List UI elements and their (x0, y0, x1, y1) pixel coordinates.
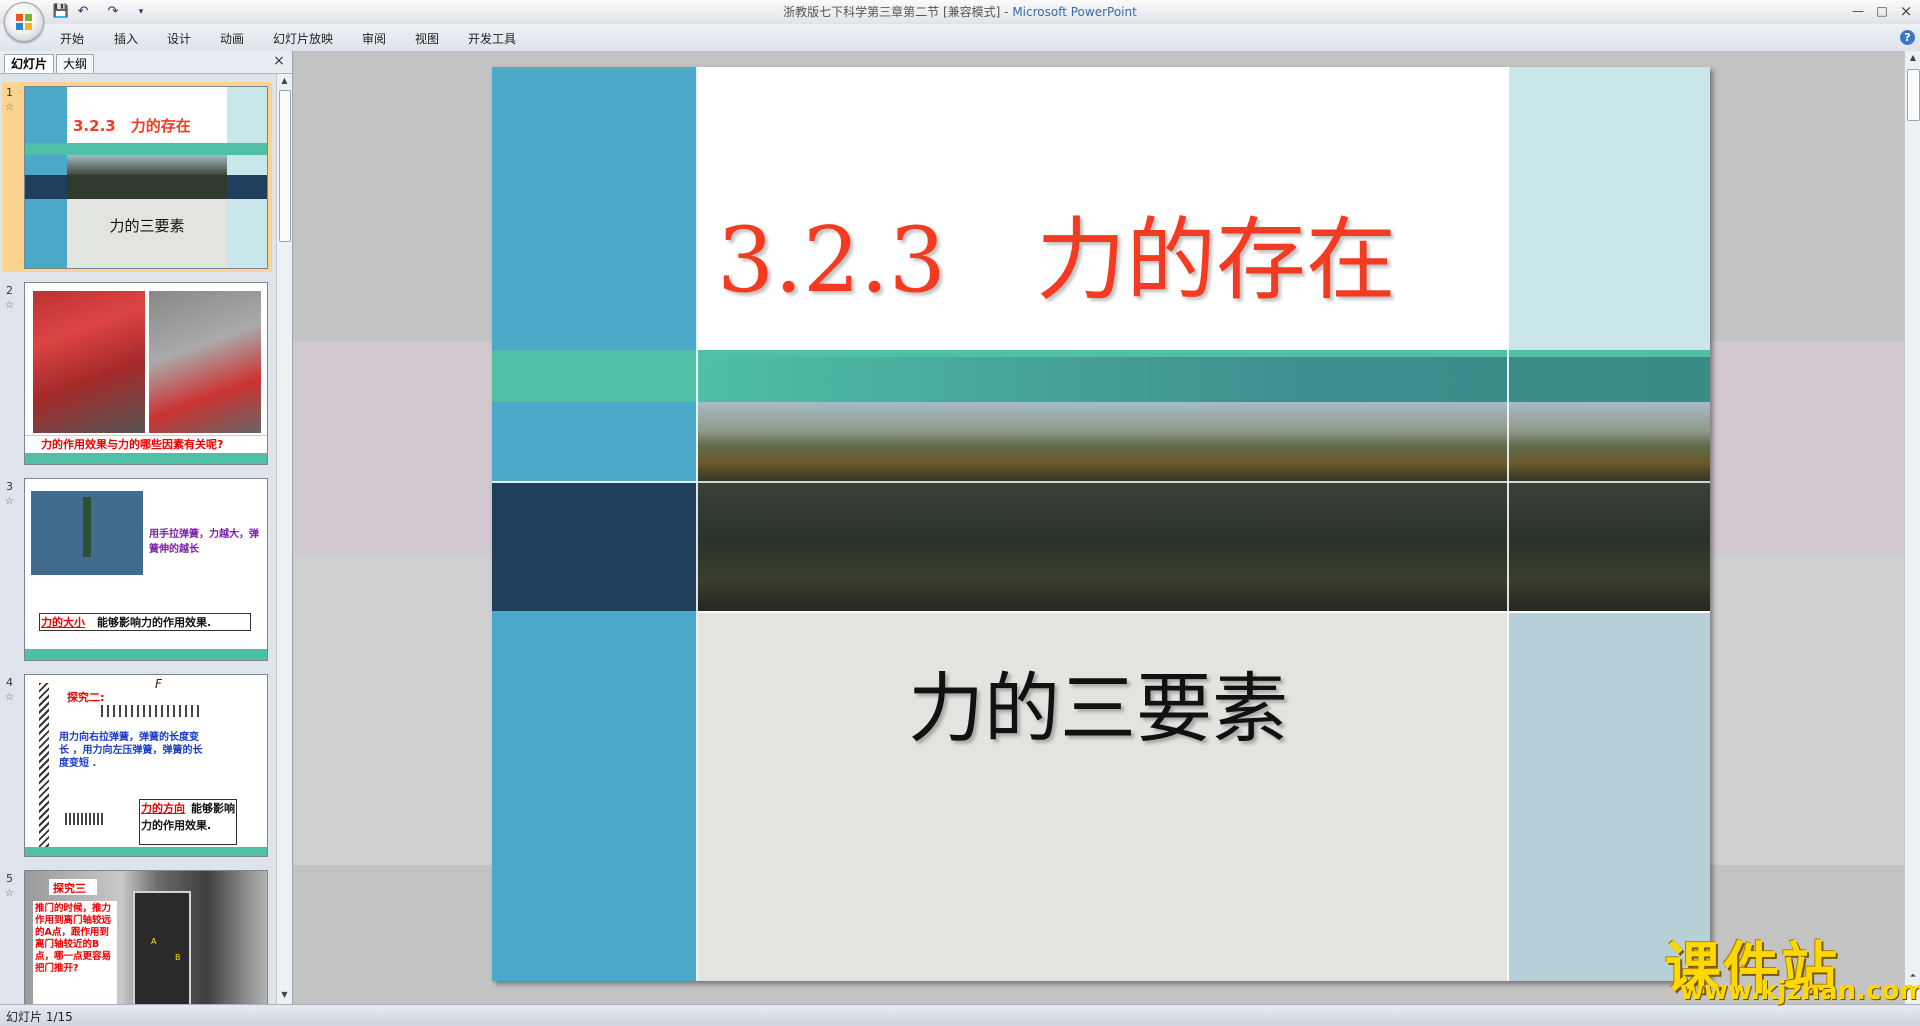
thumb-point-b: B (175, 953, 181, 962)
thumb-number: 4 (6, 676, 13, 689)
tab-outline[interactable]: 大纲 (56, 54, 95, 73)
ribbon-tabs: 开始 插入 设计 动画 幻灯片放映 审阅 视图 开发工具 ? (0, 24, 1920, 52)
thumb-highlight: 力的大小 (41, 616, 85, 629)
office-button[interactable] (4, 2, 44, 42)
transition-star-icon: ☆ (5, 888, 14, 899)
editor-scrollbar[interactable]: ▲ ⏶ ⏷ (1904, 51, 1920, 1004)
scroll-down-icon[interactable]: ▼ (277, 988, 292, 1002)
thumb-number: 1 (6, 86, 13, 99)
undo-icon[interactable]: ↶ (74, 3, 92, 21)
transition-star-icon: ☆ (5, 300, 14, 311)
scroll-up-icon[interactable]: ▲ (1905, 51, 1920, 65)
slide-subtitle[interactable]: 力的三要素 (698, 647, 1498, 757)
window-title: 浙教版七下科学第三章第二节 [兼容模式] - Microsoft PowerPo… (783, 5, 1137, 19)
thumbnail-scrollbar[interactable]: ▲ ▼ (276, 74, 292, 1004)
thumb-force-label: F (155, 677, 162, 691)
tab-home[interactable]: 开始 (60, 30, 84, 47)
pane-tab-strip: 幻灯片 大纲 × (0, 51, 292, 74)
thumb-note: 用手拉弹簧，力越大，弹簧伸的越长 (149, 529, 259, 555)
scroll-thumb[interactable] (279, 90, 291, 242)
status-bar: 幻灯片 1/15 (0, 1004, 1920, 1026)
slide-thumbnail-1[interactable]: 3.2.3 力的存在 力的三要素 (24, 86, 268, 269)
watermark-url: www.kjzhan.com (1680, 976, 1920, 1006)
thumb-text: 用力向右拉弹簧，弹簧的长度变 长 ，用力向左压弹簧，弹簧的长度变短 . (59, 732, 203, 769)
thumb-title: 3.2.3 力的存在 (73, 117, 191, 135)
tab-insert[interactable]: 插入 (114, 30, 138, 47)
slide-thumbnail-3[interactable]: 用手拉弹簧，力越大，弹簧伸的越长 力的大小 能够影响力的作用效果. (24, 478, 268, 661)
close-button[interactable]: × (1896, 2, 1916, 20)
thumb-caption: 能够影响 (191, 802, 235, 815)
office-logo-icon (16, 14, 32, 30)
tab-review[interactable]: 审阅 (362, 30, 386, 47)
thumb-caption-2: 力的作用效果. (141, 819, 212, 832)
slide-counter: 幻灯片 1/15 (6, 1010, 73, 1024)
thumb-caption: 力的作用效果与力的哪些因素有关呢? (41, 438, 224, 451)
title-bar: 浙教版七下科学第三章第二节 [兼容模式] - Microsoft PowerPo… (0, 0, 1920, 25)
thumb-subtitle: 力的三要素 (109, 217, 185, 235)
transition-star-icon: ☆ (5, 102, 14, 113)
thumb-point-a: A (151, 937, 157, 946)
thumbnail-list: 1 ☆ 3.2.3 力的存在 力的三要素 2 ☆ 力的作用效果与力的哪些因素有关… (0, 74, 276, 1004)
current-slide[interactable]: 3.2.3 力的存在 力的三要素 (492, 67, 1710, 981)
tab-slideshow[interactable]: 幻灯片放映 (273, 30, 333, 47)
slide-title[interactable]: 3.2.3 力的存在 (717, 187, 1667, 317)
tab-view[interactable]: 视图 (415, 30, 439, 47)
customize-toolbar-icon[interactable]: ▾ (132, 3, 150, 21)
tab-developer[interactable]: 开发工具 (468, 30, 516, 47)
maximize-button[interactable]: □ (1872, 2, 1892, 20)
pane-close-icon[interactable]: × (272, 54, 286, 68)
transition-star-icon: ☆ (5, 496, 14, 507)
redo-icon[interactable]: ↷ (104, 3, 122, 21)
tab-slides[interactable]: 幻灯片 (4, 54, 55, 73)
help-icon[interactable]: ? (1900, 30, 1915, 45)
thumb-heading: 探究二: (67, 691, 105, 704)
transition-star-icon: ☆ (5, 692, 14, 703)
thumb-highlight: 力的方向 (141, 802, 185, 815)
scroll-up-icon[interactable]: ▲ (277, 74, 292, 88)
thumb-number: 2 (6, 284, 13, 297)
tab-animation[interactable]: 动画 (220, 30, 244, 47)
slide-thumbnail-2[interactable]: 力的作用效果与力的哪些因素有关呢? (24, 282, 268, 465)
slide-thumbnail-5[interactable]: 探究三 推门的时候，推力作用到离门轴较远的A点，跟作用到离门轴较近的B点，哪一点… (24, 870, 268, 1004)
thumb-text: 推门的时候，推力作用到离门轴较远的A点，跟作用到离门轴较近的B点，哪一点更容易把… (35, 903, 112, 974)
save-icon[interactable]: 💾 (52, 3, 70, 21)
slide-thumbnail-4[interactable]: 探究二: F 用力向右拉弹簧，弹簧的长度变 长 ，用力向左压弹簧，弹簧的长度变短… (24, 674, 268, 857)
thumb-number: 5 (6, 872, 13, 885)
thumb-number: 3 (6, 480, 13, 493)
scroll-thumb[interactable] (1907, 69, 1920, 121)
thumb-caption: 能够影响力的作用效果. (97, 616, 212, 629)
minimize-button[interactable]: — (1848, 2, 1868, 20)
tab-design[interactable]: 设计 (167, 30, 191, 47)
thumb-heading: 探究三 (53, 882, 86, 895)
